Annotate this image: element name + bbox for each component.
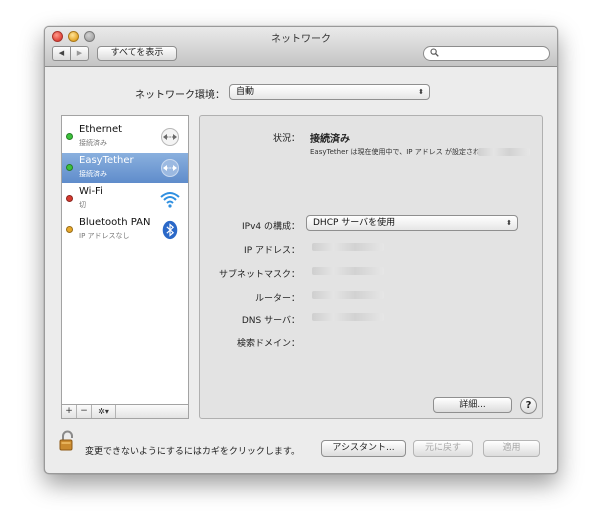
service-item-bluetooth-pan[interactable]: Bluetooth PAN IP アドレスなし	[62, 215, 188, 245]
service-name: EasyTether	[79, 155, 134, 166]
forward-button[interactable]: ▶	[70, 46, 89, 61]
service-list: Ethernet 接続済み EasyTether 接続済み Wi-Fi 切 Bl…	[61, 115, 189, 405]
redacted-ip-value	[312, 243, 384, 251]
service-item-ethernet[interactable]: Ethernet 接続済み	[62, 122, 188, 152]
service-item-wifi[interactable]: Wi-Fi 切	[62, 184, 188, 214]
redacted-subnet-value	[312, 267, 384, 275]
window-title: ネットワーク	[271, 34, 331, 45]
bluetooth-icon	[162, 220, 178, 240]
ipv4-config-label: IPv4 の構成：	[242, 222, 300, 232]
service-list-controls: + − ✲▾	[61, 405, 189, 419]
popup-arrows-icon: ⬍	[418, 88, 424, 96]
ethernet-arrows-icon	[161, 128, 179, 146]
subnet-mask-label: サブネットマスク：	[218, 270, 300, 280]
redacted-ip-address	[478, 148, 530, 156]
assistant-button[interactable]: アシスタント...	[321, 440, 406, 457]
dns-server-label: DNS サーバ：	[241, 316, 300, 326]
ip-address-label: IP アドレス：	[244, 246, 300, 256]
status-dot-green	[66, 133, 73, 140]
location-label: ネットワーク環境：	[135, 90, 225, 101]
ipv4-config-popup[interactable]: DHCP サーバを使用 ⬍	[306, 215, 518, 231]
service-item-easytether[interactable]: EasyTether 接続済み	[62, 153, 188, 183]
service-detail-pane: 状況： 接続済み EasyTether は現在使用中で、IP アドレス が設定さ…	[199, 115, 543, 419]
show-all-button[interactable]: すべてを表示	[97, 46, 177, 61]
service-name: Bluetooth PAN	[79, 217, 151, 228]
search-field[interactable]	[423, 46, 550, 61]
add-service-button[interactable]: +	[62, 405, 77, 418]
status-label: 状況：	[272, 134, 300, 144]
back-button[interactable]: ◀	[52, 46, 70, 61]
search-icon	[430, 48, 439, 61]
service-name: Ethernet	[79, 124, 123, 135]
titlebar: ネットワーク ◀ ▶ すべてを表示	[45, 27, 557, 67]
location-popup[interactable]: 自動 ⬍	[229, 84, 430, 100]
search-domain-label: 検索ドメイン：	[236, 339, 300, 349]
service-status: IP アドレスなし	[79, 232, 130, 240]
lock-icon[interactable]	[59, 430, 77, 452]
ipv4-config-value: DHCP サーバを使用	[313, 218, 396, 228]
popup-arrows-icon: ⬍	[506, 219, 512, 227]
service-name: Wi-Fi	[79, 186, 103, 197]
status-dot-red	[66, 195, 73, 202]
revert-button[interactable]: 元に戻す	[413, 440, 473, 457]
redacted-dns-value	[312, 313, 384, 321]
wifi-icon	[160, 192, 180, 208]
remove-service-button[interactable]: −	[77, 405, 92, 418]
status-dot-green	[66, 164, 73, 171]
back-forward-control: ◀ ▶	[52, 46, 89, 61]
help-button[interactable]: ?	[520, 397, 537, 414]
lock-message: 変更できないようにするにはカギをクリックします。	[85, 447, 301, 457]
router-label: ルーター：	[254, 294, 300, 304]
status-value: 接続済み	[310, 134, 350, 145]
apply-button[interactable]: 適用	[483, 440, 540, 457]
service-status: 接続済み	[79, 139, 107, 147]
network-preferences-window: ネットワーク ◀ ▶ すべてを表示 ネットワーク環境： 自動 ⬍ Etherne…	[44, 26, 558, 474]
service-status: 接続済み	[79, 170, 107, 178]
service-status: 切	[79, 201, 86, 209]
status-dot-yellow	[66, 226, 73, 233]
ethernet-arrows-icon	[161, 159, 179, 177]
advanced-button[interactable]: 詳細...	[433, 397, 512, 413]
location-value: 自動	[236, 87, 255, 97]
redacted-router-value	[312, 291, 384, 299]
gear-action-button[interactable]: ✲▾	[92, 405, 116, 418]
